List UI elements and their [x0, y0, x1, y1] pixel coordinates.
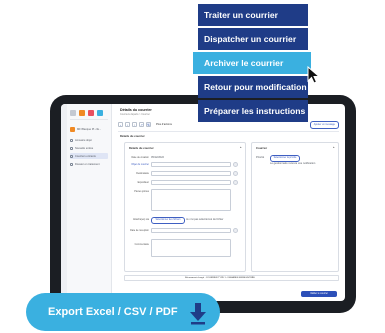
sidebar-divider	[70, 119, 108, 120]
sidebar-entity[interactable]: MFI Banque Pl. cfe...	[70, 126, 108, 133]
sidebar-item-label: Nouvelle entrée	[75, 146, 94, 150]
footer-status-bar: Récemment chargé : COURRIER TYPE 1 - DEM…	[124, 275, 339, 281]
calendar-icon[interactable]	[233, 228, 238, 233]
no-file-note: Je n'ai pas sélectionné de fichier	[186, 218, 224, 221]
app-sidebar: MFI Banque Pl. cfe... Annuaire objet Nou…	[67, 104, 112, 301]
file-icon	[70, 162, 73, 166]
field-label: Expéditeur	[137, 181, 149, 184]
panel-title: Courrier	[256, 146, 268, 150]
options-icon[interactable]	[233, 162, 238, 167]
add-message-button[interactable]: Ajouter un message	[309, 121, 339, 129]
share-icon[interactable]: ↗	[139, 122, 144, 127]
recipient-field[interactable]	[151, 171, 231, 176]
folder-icon	[70, 138, 73, 142]
menu-item-preparer[interactable]: Préparer les instructions	[198, 100, 308, 122]
menu-item-traiter[interactable]: Traiter un courrier	[198, 4, 308, 26]
back-icon[interactable]: ‹	[118, 122, 123, 127]
field-label: Pièces jointes	[134, 190, 149, 193]
menu-item-retour[interactable]: Retour pour modification	[198, 76, 308, 98]
field-label: Attaché(es) via	[133, 218, 149, 221]
contacts-app-icon[interactable]	[97, 110, 103, 116]
sidebar-app-icons	[70, 110, 103, 116]
chevron-up-icon[interactable]: ▴	[333, 145, 335, 149]
toolbar: ‹ ↓ ▫ ↗ ✎ Plus d'actions	[118, 121, 172, 128]
main-content: Détails du courrier Courriers départs > …	[112, 104, 345, 301]
entity-logo-icon	[70, 127, 75, 132]
field-label: Date de réception	[130, 229, 149, 232]
select-files-button[interactable]: Sélectionner des fichiers	[151, 217, 185, 224]
sender-field[interactable]	[151, 180, 231, 185]
select-priority-button[interactable]: Sélectionner la priorité	[270, 155, 300, 162]
sidebar-item-label: Annuaire objet	[75, 138, 92, 142]
sidebar-item-label: Courriers entrants	[75, 154, 96, 158]
menu-item-archiver[interactable]: Archiver le courrier	[193, 52, 311, 74]
field-label: Date de création	[131, 156, 149, 159]
priority-note: Le gestionnaire recevra une notification	[270, 162, 316, 165]
sidebar-item-nouvelle-entree[interactable]: Nouvelle entrée	[70, 145, 108, 151]
sidebar-item-courriers-entrants[interactable]: Courriers entrants	[70, 153, 108, 159]
field-label: Objet du courrier	[131, 163, 149, 166]
courrier-side-panel: Courrier ▴ Priorité Sélectionner la prio…	[251, 142, 339, 272]
options-icon[interactable]	[233, 171, 238, 176]
options-icon[interactable]	[233, 180, 238, 185]
priority-label: Priorité	[256, 156, 265, 159]
divider	[118, 131, 339, 132]
breadcrumb: Courriers départs > Courrier	[120, 113, 150, 116]
sidebar-item-annuaire[interactable]: Annuaire objet	[70, 137, 108, 143]
menu-item-dispatcher[interactable]: Dispatcher un courrier	[198, 28, 308, 50]
inbox-icon	[70, 154, 73, 158]
download-icon[interactable]: ↓	[125, 122, 130, 127]
page-title: Détails du courrier	[120, 108, 152, 112]
more-actions-select[interactable]: Plus d'actions	[156, 123, 172, 126]
validate-mail-button[interactable]: Valider le courrier	[301, 291, 337, 297]
download-arrow-icon	[190, 303, 206, 325]
reception-date-field[interactable]	[151, 228, 231, 233]
mouse-pointer-icon	[307, 66, 321, 84]
print-icon[interactable]: ▫	[132, 122, 137, 127]
app-screen: MFI Banque Pl. cfe... Annuaire objet Nou…	[61, 104, 345, 301]
comment-field[interactable]	[151, 239, 231, 257]
footer-status-text: Récemment chargé : COURRIER TYPE 1 - DEM…	[185, 277, 255, 279]
panel-title: Détails du courrier	[129, 146, 154, 150]
subject-field[interactable]	[151, 162, 231, 167]
section-title: Détails du courrier	[120, 134, 145, 138]
sidebar-item-label: Dossier en traitement	[75, 162, 100, 166]
sidebar-item-dossier[interactable]: Dossier en traitement	[70, 161, 108, 167]
edit-icon[interactable]: ✎	[146, 122, 151, 127]
plus-icon	[70, 146, 73, 150]
attachments-area[interactable]	[151, 189, 231, 211]
field-label: Destinataire	[136, 172, 149, 175]
grid-icon[interactable]	[70, 110, 76, 116]
chevron-up-icon[interactable]: ▴	[240, 145, 242, 149]
detail-panel: Détails du courrier ▴ Date de création 0…	[124, 142, 246, 272]
entity-label: MFI Banque Pl. cfe...	[77, 128, 102, 131]
export-button-label: Export Excel / CSV / PDF	[48, 306, 178, 318]
mail-app-icon[interactable]	[79, 110, 85, 116]
calendar-app-icon[interactable]	[88, 110, 94, 116]
field-label: Commentaire	[134, 243, 149, 246]
creation-date-value: 05/12/2022	[151, 156, 164, 159]
